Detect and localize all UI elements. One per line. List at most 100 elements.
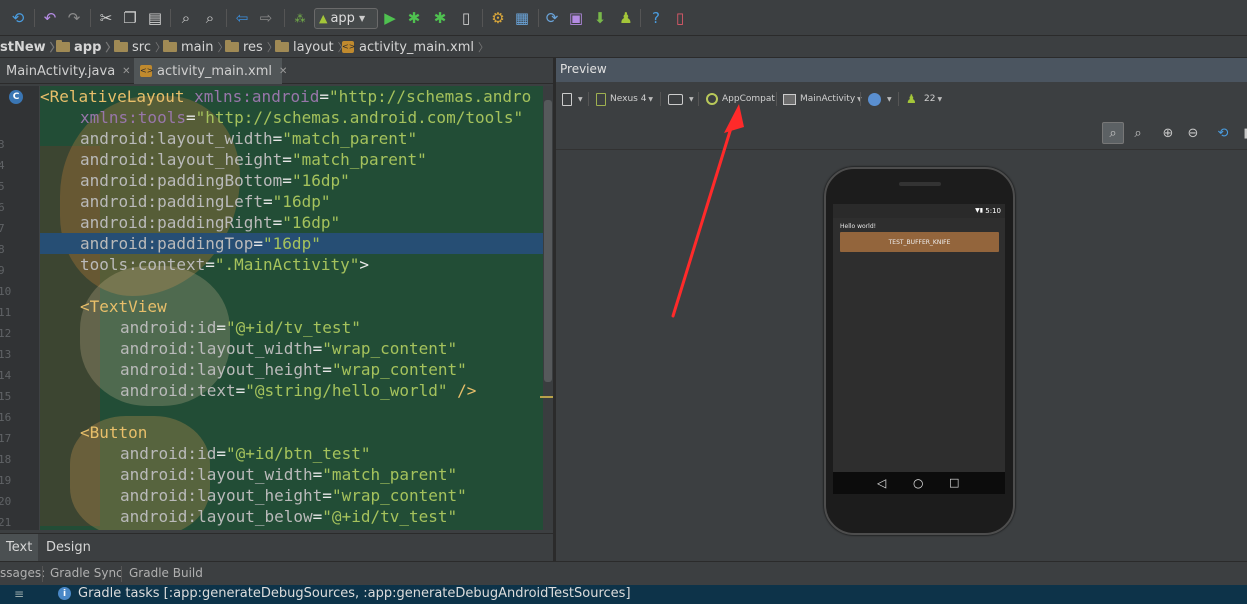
tab-gradle-sync[interactable]: Gradle Sync xyxy=(50,566,123,580)
find-icon[interactable]: ⌕ xyxy=(176,8,196,28)
settings-icon[interactable]: ⚙ xyxy=(488,8,508,28)
breadcrumb-main[interactable]: main 〉 xyxy=(163,38,228,56)
line-number: 6 xyxy=(0,201,5,214)
breadcrumb-src[interactable]: src 〉 xyxy=(114,38,166,56)
copy-icon[interactable]: ❐ xyxy=(120,8,140,28)
chevron-down-icon: ▼ xyxy=(358,14,366,23)
preview-button[interactable]: TEST_BUFFER_KNIFE xyxy=(840,232,999,252)
android-icon: ▲ xyxy=(319,12,328,25)
breadcrumb-label: activity_main.xml xyxy=(359,39,475,55)
preview-toolbar: ▼ Nexus 4 ▼ ▼ AppCompat MainActivity ▼ ▼ xyxy=(556,82,1247,116)
theme-label: AppCompat xyxy=(722,94,775,104)
folder-icon xyxy=(275,40,289,52)
zoom-to-fit-icon[interactable]: ⌕ xyxy=(1102,122,1124,144)
code-line: android:paddingLeft="16dp" xyxy=(80,192,331,211)
line-number: 11 xyxy=(0,306,11,319)
device-dropdown[interactable]: Nexus 4 ▼ xyxy=(596,90,653,108)
close-icon[interactable]: ✕ xyxy=(122,66,130,77)
refresh-icon[interactable]: ⟲ xyxy=(1212,122,1234,144)
code-line: android:layout_width="match_parent" xyxy=(120,465,458,484)
breadcrumb-label: app xyxy=(74,39,102,55)
forward-icon[interactable]: ⇨ xyxy=(256,8,276,28)
divider xyxy=(660,92,661,106)
device-time: 5:10 xyxy=(985,207,1001,215)
device-label: Nexus 4 xyxy=(610,94,647,104)
redo-icon[interactable]: ↷ xyxy=(64,8,84,28)
sync-icon[interactable]: ⟲ xyxy=(8,8,28,28)
toolbar-divider xyxy=(226,9,227,27)
more-options-icon[interactable]: ▮ xyxy=(1236,122,1247,144)
paste-icon[interactable]: ▤ xyxy=(145,8,165,28)
line-number: 4 xyxy=(0,159,5,172)
device-status-bar: ▼▮ 5:10 xyxy=(833,204,1005,218)
android-icon[interactable]: ♟ xyxy=(616,8,636,28)
tab-mainactivity-java[interactable]: MainActivity.java ✕ xyxy=(0,58,132,84)
chevron-down-icon: ▼ xyxy=(689,95,694,103)
line-number: 10 xyxy=(0,285,11,298)
line-number: 9 xyxy=(0,264,5,277)
run-icon[interactable]: ▶ xyxy=(380,8,400,28)
preview-title: Preview xyxy=(560,62,607,76)
tab-text[interactable]: Text xyxy=(0,534,38,561)
editor-tab-bar: MainActivity.java ✕ <> activity_main.xml… xyxy=(0,58,553,84)
cut-icon[interactable]: ✂ xyxy=(96,8,116,28)
line-number: 5 xyxy=(0,180,5,193)
editor-scrollbar-thumb[interactable] xyxy=(544,100,552,382)
tab-gradle-build[interactable]: Gradle Build xyxy=(129,566,203,580)
attach-icon[interactable]: ✱ xyxy=(430,8,450,28)
sync-gradle-icon[interactable]: ⟳ xyxy=(542,8,562,28)
line-number: 3 xyxy=(0,138,5,151)
debug-icon[interactable]: ✱ xyxy=(404,8,424,28)
zoom-actual-size-icon[interactable]: ⌕ xyxy=(1127,122,1149,144)
breadcrumb-res[interactable]: res 〉 xyxy=(225,38,278,56)
back-icon[interactable]: ⇦ xyxy=(232,8,252,28)
sdk-manager-icon[interactable]: ⬇ xyxy=(590,8,610,28)
breadcrumb-label: stNew xyxy=(0,39,46,55)
breadcrumb-file[interactable]: <> activity_main.xml 〉 xyxy=(342,38,489,56)
layout-file-dropdown[interactable]: ▼ xyxy=(562,90,583,108)
toolbar-divider xyxy=(538,9,539,27)
code-line: tools:context=".MainActivity"> xyxy=(80,255,370,274)
run-configuration-dropdown[interactable]: ▲ app ▼ xyxy=(314,8,378,29)
line-number: 21 xyxy=(0,516,11,529)
xml-file-icon: <> xyxy=(342,41,356,53)
breadcrumb-project[interactable]: stNew〉 xyxy=(0,38,61,56)
tab-activity-main-xml[interactable]: <> activity_main.xml ✕ xyxy=(134,58,287,84)
undo-icon[interactable]: ↶ xyxy=(40,8,60,28)
replace-icon[interactable]: ⌕ xyxy=(200,8,220,28)
activity-icon xyxy=(783,93,796,105)
locale-dropdown[interactable]: ▼ xyxy=(868,90,892,108)
tab-design[interactable]: Design xyxy=(40,534,96,561)
device-icon[interactable]: ▯ xyxy=(670,8,690,28)
toolbar-divider xyxy=(482,9,483,27)
help-icon[interactable]: ? xyxy=(646,8,666,28)
breadcrumb-app[interactable]: app 〉 xyxy=(56,38,116,56)
back-icon: ◁ xyxy=(877,476,887,490)
scrollbar-marker xyxy=(540,396,553,398)
main-toolbar: ⟲ ↶ ↷ ✂ ❐ ▤ ⌕ ⌕ ⇦ ⇨ ⁂ ▲ app ▼ ▶ ✱ ✱ ▯ ⚙ … xyxy=(0,0,1247,36)
structure-icon[interactable]: ▯ xyxy=(456,8,476,28)
code-line: android:layout_below="@+id/tv_test" xyxy=(120,507,458,526)
class-gutter-icon[interactable]: C xyxy=(9,90,23,104)
avd-manager-icon[interactable]: ▣ xyxy=(566,8,586,28)
line-number: 17 xyxy=(0,432,11,445)
line-number: 19 xyxy=(0,474,11,487)
line-number: 12 xyxy=(0,327,11,340)
zoom-out-icon[interactable]: ⊖ xyxy=(1182,122,1204,144)
theme-dropdown[interactable]: AppCompat xyxy=(706,90,775,108)
make-icon[interactable]: ⁂ xyxy=(290,8,310,28)
preview-textview[interactable]: Hello world! xyxy=(840,223,876,230)
project-structure-icon[interactable]: ▦ xyxy=(512,8,532,28)
zoom-in-icon[interactable]: ⊕ xyxy=(1157,122,1179,144)
filter-icon[interactable]: ≡ xyxy=(14,587,24,601)
divider xyxy=(898,92,899,106)
recents-icon: □ xyxy=(949,476,960,489)
activity-dropdown[interactable]: MainActivity ▼ xyxy=(783,90,862,108)
run-configuration-label: app xyxy=(330,11,355,26)
api-level-dropdown[interactable]: ♟ 22 ▼ xyxy=(906,90,942,108)
orientation-dropdown[interactable]: ▼ xyxy=(668,90,694,108)
close-icon[interactable]: ✕ xyxy=(279,66,287,77)
chevron-down-icon: ▼ xyxy=(887,95,892,103)
home-icon: ○ xyxy=(913,476,924,490)
breadcrumb-layout[interactable]: layout〉 xyxy=(275,38,349,56)
